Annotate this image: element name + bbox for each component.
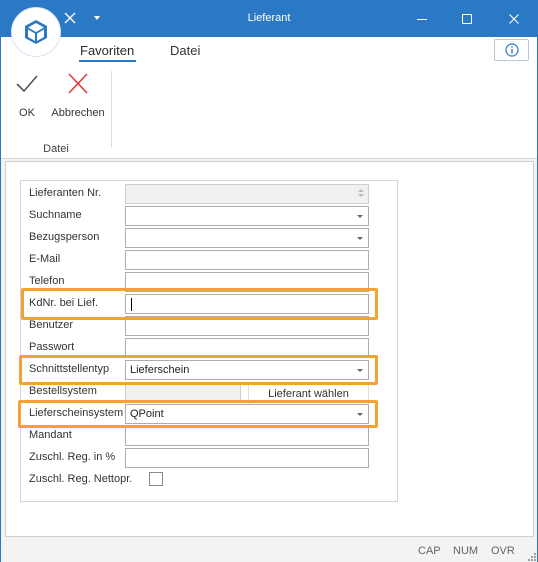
chevron-down-icon[interactable] bbox=[357, 215, 363, 218]
label-bezugsperson: Bezugsperson bbox=[29, 231, 100, 243]
maximize-button[interactable] bbox=[444, 1, 490, 37]
x-cross-icon bbox=[68, 73, 88, 94]
maximize-icon bbox=[462, 14, 472, 24]
label-benutzer: Benutzer bbox=[29, 319, 74, 331]
status-ovr: OVR bbox=[491, 545, 515, 557]
label-email: E-Mail bbox=[29, 253, 61, 265]
tab-favoriten[interactable]: Favoriten bbox=[80, 43, 134, 58]
label-suchname: Suchname bbox=[29, 209, 82, 221]
ribbon-group-label: Datei bbox=[43, 143, 69, 155]
resize-grip-icon[interactable] bbox=[528, 553, 536, 561]
bestellsystem-field bbox=[125, 382, 241, 402]
checkmark-icon bbox=[16, 75, 38, 93]
lieferant-window: Lieferant Favoriten Datei OK Abbrechen D… bbox=[0, 0, 538, 562]
mandant-field[interactable] bbox=[125, 426, 369, 446]
status-bar: CAP NUM OVR bbox=[1, 541, 537, 562]
close-button[interactable] bbox=[491, 1, 537, 37]
highlight-lieferscheinsystem bbox=[18, 400, 378, 428]
zuschl-reg-prozent-field[interactable] bbox=[125, 448, 369, 468]
suchname-combo[interactable] bbox=[125, 206, 369, 226]
minimize-icon bbox=[417, 19, 427, 20]
ribbon-group-separator bbox=[111, 71, 112, 147]
info-button[interactable] bbox=[494, 39, 529, 61]
label-bestellsystem: Bestellsystem bbox=[29, 385, 97, 397]
label-zuschl-reg-prozent: Zuschl. Reg. in % bbox=[29, 451, 116, 463]
label-telefon: Telefon bbox=[29, 275, 65, 287]
chevron-down-icon[interactable] bbox=[357, 237, 363, 240]
label-passwort: Passwort bbox=[29, 341, 75, 353]
info-icon bbox=[504, 43, 519, 57]
label-mandant: Mandant bbox=[29, 429, 72, 441]
active-tab-indicator bbox=[79, 60, 136, 62]
ok-button[interactable]: OK bbox=[9, 73, 45, 119]
lieferanten-nr-spinner bbox=[125, 184, 369, 204]
cancel-label: Abbrechen bbox=[51, 107, 105, 119]
email-field[interactable] bbox=[125, 250, 369, 270]
label-lieferanten-nr: Lieferanten Nr. bbox=[29, 187, 102, 199]
ribbon-panel: OK Abbrechen Datei bbox=[1, 65, 537, 159]
spinner-arrows-icon bbox=[357, 187, 365, 201]
cube-icon bbox=[25, 20, 47, 44]
minimize-button[interactable] bbox=[399, 1, 445, 37]
highlight-kdnr bbox=[21, 288, 378, 320]
zuschl-reg-nettopr-checkbox[interactable] bbox=[149, 472, 163, 486]
ribbon-tabs: Favoriten Datei bbox=[1, 37, 537, 65]
close-icon bbox=[509, 14, 519, 24]
highlight-schnittstellentyp bbox=[19, 355, 378, 385]
ok-label: OK bbox=[19, 107, 35, 119]
label-zuschl-reg-nettopr: Zuschl. Reg. Nettopr. bbox=[29, 473, 133, 485]
title-bar: Lieferant bbox=[1, 1, 537, 37]
tab-datei[interactable]: Datei bbox=[170, 43, 200, 58]
bezugsperson-combo[interactable] bbox=[125, 228, 369, 248]
status-cap: CAP bbox=[418, 545, 441, 557]
cancel-button[interactable]: Abbrechen bbox=[49, 73, 107, 119]
app-logo[interactable] bbox=[12, 8, 60, 56]
status-num: NUM bbox=[453, 545, 479, 557]
